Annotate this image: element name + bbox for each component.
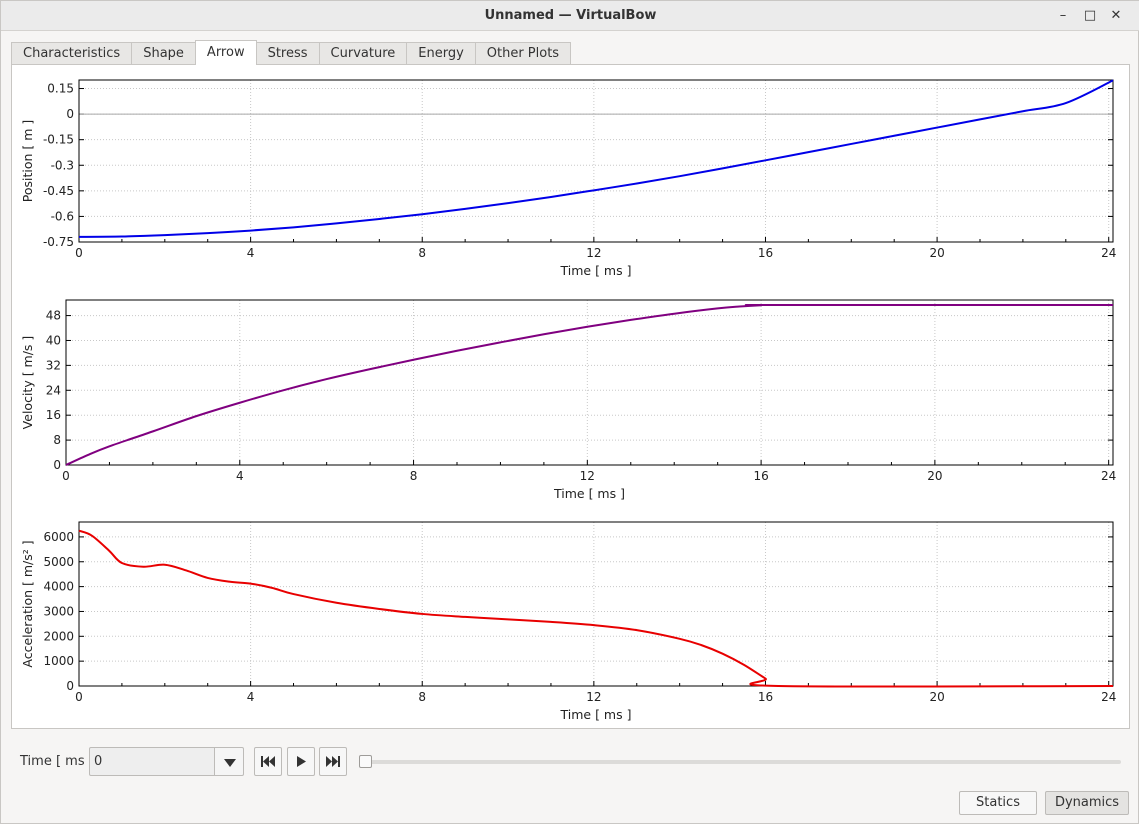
plots-area: 0 4 8 12 16 20 240.150-0.15-0.3-0.45-0.6-0.75T… — [20, 79, 1116, 722]
plot-frame — [65, 299, 1114, 466]
y-tick-label: 40 — [46, 333, 61, 347]
x-tick-label: 0 — [62, 469, 70, 483]
y-tick-label: -0.3 — [51, 158, 74, 172]
acceleration-series-line — [78, 529, 1114, 688]
x-tick-label: 24 — [1101, 469, 1116, 483]
x-tick-label: 20 — [929, 246, 944, 260]
skip-end-icon — [326, 756, 340, 767]
position-series-line — [78, 79, 1114, 238]
x-tick-label: 4 — [247, 690, 255, 704]
y-tick-label: 32 — [46, 358, 61, 372]
skip-to-start-button[interactable] — [254, 747, 282, 776]
tab-arrow[interactable]: Arrow — [194, 40, 257, 65]
time-slider[interactable] — [359, 755, 1121, 768]
x-tick-label: 24 — [1101, 690, 1116, 704]
play-button[interactable] — [287, 747, 315, 776]
y-tick-label: 48 — [46, 309, 61, 323]
x-axis-label: Time [ ms ] — [553, 486, 625, 501]
time-input[interactable]: 0 — [89, 747, 215, 776]
x-tick-label: 0 — [75, 690, 83, 704]
position-plot: 0 4 8 12 16 20 24 0.15 0 -0.15 -0.3 -0.45 -0.6 -0.75 T… — [20, 79, 1116, 278]
y-tick-label: 0 — [66, 107, 74, 121]
x-tick-label: 12 — [580, 469, 595, 483]
y-tick-label: 0.15 — [47, 82, 74, 96]
y-tick-label: 16 — [46, 408, 61, 422]
y-tick-label: 1000 — [43, 654, 74, 668]
statics-button[interactable]: Statics — [959, 791, 1037, 815]
y-axis-label: Velocity [ m/s ] — [20, 336, 35, 430]
x-tick-label: 12 — [586, 690, 601, 704]
y-tick-label: 5000 — [43, 555, 74, 569]
x-tick-label: 20 — [927, 469, 942, 483]
x-tick-label: 8 — [418, 246, 426, 260]
y-tick-label: -0.75 — [43, 235, 74, 249]
x-tick-label: 12 — [586, 246, 601, 260]
slider-handle[interactable] — [359, 755, 372, 768]
time-label: Time [ ms ] — [20, 754, 94, 769]
y-tick-label: -0.45 — [43, 184, 74, 198]
y-tick-label: 4000 — [43, 580, 74, 594]
x-tick-label: 24 — [1101, 246, 1116, 260]
x-axis-label: Time [ ms ] — [560, 707, 632, 722]
play-icon — [297, 756, 306, 767]
y-tick-label: 2000 — [43, 629, 74, 643]
y-tick-label: -0.6 — [51, 209, 74, 223]
velocity-series-line — [65, 303, 1114, 466]
x-tick-label: 8 — [418, 690, 426, 704]
y-axis-label: Position [ m ] — [20, 120, 35, 203]
y-tick-label: 3000 — [43, 604, 74, 618]
x-tick-label: 16 — [758, 690, 773, 704]
x-tick-label: 8 — [410, 469, 418, 483]
x-tick-label: 0 — [75, 246, 83, 260]
skip-start-icon — [261, 756, 275, 767]
x-tick-label: 4 — [247, 246, 255, 260]
y-tick-label: 0 — [53, 458, 61, 472]
y-tick-label: 6000 — [43, 530, 74, 544]
skip-to-end-button[interactable] — [319, 747, 347, 776]
y-tick-label: 24 — [46, 383, 61, 397]
plot-frame — [78, 79, 1114, 243]
y-tick-label: 0 — [66, 679, 74, 693]
y-tick-label: -0.15 — [43, 133, 74, 147]
acceleration-plot: 0 4 8 12 16 20 24 0 1000 2000 3000 4000 5000 6000 Time… — [20, 521, 1116, 722]
y-axis-label: Acceleration [ m/s² ] — [20, 540, 35, 667]
time-dropdown-button[interactable] — [214, 747, 244, 776]
x-tick-label: 20 — [929, 690, 944, 704]
x-tick-label: 4 — [236, 469, 244, 483]
dynamics-button[interactable]: Dynamics — [1045, 791, 1129, 815]
x-axis-label: Time [ ms ] — [560, 263, 632, 278]
velocity-plot: 0 4 8 12 16 20 24081624324048Time [ ms ]Veloci… — [20, 299, 1116, 501]
playback-controls: Time [ ms ] 0 — [1, 745, 1139, 777]
y-tick-label: 8 — [53, 433, 61, 447]
x-tick-label: 16 — [758, 246, 773, 260]
app-window: Unnamed — VirtualBow – □ ✕ Characteristi… — [0, 0, 1139, 824]
x-tick-label: 16 — [753, 469, 768, 483]
